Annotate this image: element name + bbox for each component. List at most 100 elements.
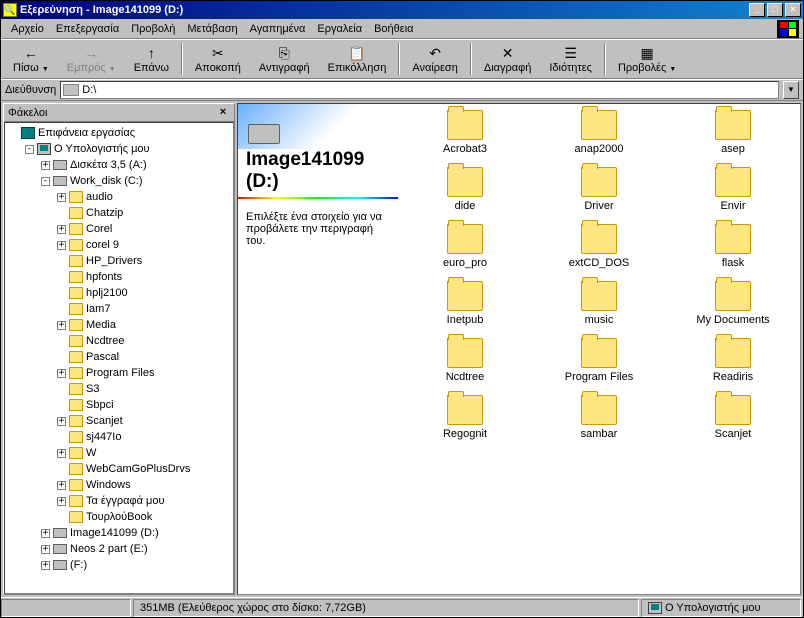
- expand-toggle[interactable]: -: [41, 177, 50, 186]
- tree-item[interactable]: WebCamGoPlusDrvs: [7, 461, 231, 477]
- close-button[interactable]: ×: [785, 3, 801, 17]
- menu-επεξεργασία[interactable]: Επεξεργασία: [50, 21, 125, 37]
- status-objects: [1, 599, 131, 617]
- folder-item[interactable]: euro_pro: [405, 224, 525, 269]
- address-dropdown[interactable]: ▼: [783, 81, 799, 99]
- toolbar-διαγραφή[interactable]: ✕Διαγραφή: [476, 41, 540, 77]
- folder-item[interactable]: dide: [405, 167, 525, 212]
- folder-icon: [69, 255, 83, 267]
- folder-item[interactable]: sambar: [539, 395, 659, 440]
- tree-item[interactable]: sj447Ιο: [7, 429, 231, 445]
- tree-item[interactable]: +W: [7, 445, 231, 461]
- tree-item[interactable]: +Program Files: [7, 365, 231, 381]
- folder-icon: [69, 287, 83, 299]
- folder-icon: [447, 281, 483, 311]
- titlebar[interactable]: 🔍 Εξερεύνηση - Image141099 (D:) _ □ ×: [1, 1, 803, 19]
- file-list[interactable]: Acrobat3 anap2000 asep dide Driver Envir euro_…: [398, 104, 800, 594]
- tree-item[interactable]: +Τα έγγραφά μου: [7, 493, 231, 509]
- folder-item[interactable]: Scanjet: [673, 395, 793, 440]
- toolbar-προβολές[interactable]: ▦Προβολές ▼: [610, 41, 684, 77]
- folder-item[interactable]: Regognit: [405, 395, 525, 440]
- toolbar-πίσω[interactable]: ←Πίσω ▼: [5, 41, 57, 77]
- folder-item[interactable]: anap2000: [539, 110, 659, 155]
- folder-item[interactable]: Inetpub: [405, 281, 525, 326]
- toolbar-εμπρός: →Εμπρός ▼: [59, 41, 124, 77]
- tree-item[interactable]: ΤουρλούBook: [7, 509, 231, 525]
- tree-item[interactable]: +Δισκέτα 3,5 (A:): [7, 157, 231, 173]
- folder-item[interactable]: music: [539, 281, 659, 326]
- tree-item[interactable]: HP_Drivers: [7, 253, 231, 269]
- expand-toggle[interactable]: +: [57, 321, 66, 330]
- tree-item[interactable]: Sbpci: [7, 397, 231, 413]
- expand-toggle[interactable]: +: [41, 529, 50, 538]
- minimize-button[interactable]: _: [749, 3, 765, 17]
- tree-item[interactable]: Chatzip: [7, 205, 231, 221]
- tree-item[interactable]: Ncdtree: [7, 333, 231, 349]
- tree-item[interactable]: +Windows: [7, 477, 231, 493]
- expand-toggle[interactable]: +: [57, 417, 66, 426]
- address-input[interactable]: D:\: [60, 81, 779, 99]
- tree-item[interactable]: +Corel: [7, 221, 231, 237]
- tree-item[interactable]: S3: [7, 381, 231, 397]
- folder-item[interactable]: flask: [673, 224, 793, 269]
- toolbar-αποκοπή[interactable]: ✂Αποκοπή: [187, 41, 249, 77]
- expand-toggle[interactable]: +: [41, 561, 50, 570]
- folder-item[interactable]: Program Files: [539, 338, 659, 383]
- expand-toggle[interactable]: -: [25, 145, 34, 154]
- tree-item[interactable]: +Image141099 (D:): [7, 525, 231, 541]
- menu-προβολή[interactable]: Προβολή: [125, 21, 181, 37]
- expand-toggle[interactable]: +: [57, 225, 66, 234]
- toolbar-αναίρεση[interactable]: ↶Αναίρεση: [404, 41, 466, 77]
- tree-item[interactable]: Iam7: [7, 301, 231, 317]
- tree-item[interactable]: hpfonts: [7, 269, 231, 285]
- expand-toggle[interactable]: +: [57, 369, 66, 378]
- tree-item[interactable]: -Ο Υπολογιστής μου: [7, 141, 231, 157]
- menu-αρχείο[interactable]: Αρχείο: [5, 21, 50, 37]
- desktop-icon: [21, 127, 35, 139]
- tree-item[interactable]: hplj2100: [7, 285, 231, 301]
- menu-αγαπημένα[interactable]: Αγαπημένα: [244, 21, 312, 37]
- toolbar-ιδιότητες[interactable]: ☰Ιδιότητες: [541, 41, 600, 77]
- folder-item[interactable]: Envir: [673, 167, 793, 212]
- tree-item[interactable]: +Scanjet: [7, 413, 231, 429]
- tree-item[interactable]: +audio: [7, 189, 231, 205]
- menu-μετάβαση[interactable]: Μετάβαση: [181, 21, 243, 37]
- tree-item[interactable]: +Media: [7, 317, 231, 333]
- folder-item[interactable]: asep: [673, 110, 793, 155]
- folder-tree[interactable]: Επιφάνεια εργασίας-Ο Υπολογιστής μου+Δισ…: [4, 122, 234, 594]
- expand-toggle[interactable]: +: [41, 545, 50, 554]
- expand-toggle[interactable]: +: [57, 449, 66, 458]
- maximize-button[interactable]: □: [767, 3, 783, 17]
- folder-item[interactable]: Acrobat3: [405, 110, 525, 155]
- toolbar-αντιγραφή[interactable]: ⎘Αντιγραφή: [251, 41, 318, 77]
- drive-icon: [53, 176, 67, 186]
- expand-toggle[interactable]: +: [57, 241, 66, 250]
- tree-item[interactable]: -Work_disk (C:): [7, 173, 231, 189]
- folder-icon: [69, 207, 83, 219]
- menu-βοήθεια[interactable]: Βοήθεια: [368, 21, 419, 37]
- folder-icon: [69, 511, 83, 523]
- expand-toggle[interactable]: +: [57, 497, 66, 506]
- toolbar-επάνω[interactable]: ↑Επάνω: [126, 41, 177, 77]
- folder-icon: [69, 463, 83, 475]
- folder-item[interactable]: Ncdtree: [405, 338, 525, 383]
- folder-icon: [69, 399, 83, 411]
- folder-item[interactable]: My Documents: [673, 281, 793, 326]
- tree-item[interactable]: Επιφάνεια εργασίας: [7, 125, 231, 141]
- tree-item[interactable]: Pascal: [7, 349, 231, 365]
- expand-toggle[interactable]: +: [57, 193, 66, 202]
- tree-item[interactable]: +Neos 2 part (E:): [7, 541, 231, 557]
- toolbar-επικόλληση[interactable]: 📋Επικόλληση: [320, 41, 395, 77]
- folder-item[interactable]: Driver: [539, 167, 659, 212]
- folder-item[interactable]: Readiris: [673, 338, 793, 383]
- tree-item[interactable]: +(F:): [7, 557, 231, 573]
- folder-icon: [69, 367, 83, 379]
- expand-toggle[interactable]: +: [41, 161, 50, 170]
- menu-εργαλεία[interactable]: Εργαλεία: [311, 21, 368, 37]
- tree-item[interactable]: +corel 9: [7, 237, 231, 253]
- folders-close-button[interactable]: ×: [216, 106, 230, 120]
- folder-icon: [69, 447, 83, 459]
- expand-toggle[interactable]: +: [57, 481, 66, 490]
- folder-icon: [715, 281, 751, 311]
- folder-item[interactable]: extCD_DOS: [539, 224, 659, 269]
